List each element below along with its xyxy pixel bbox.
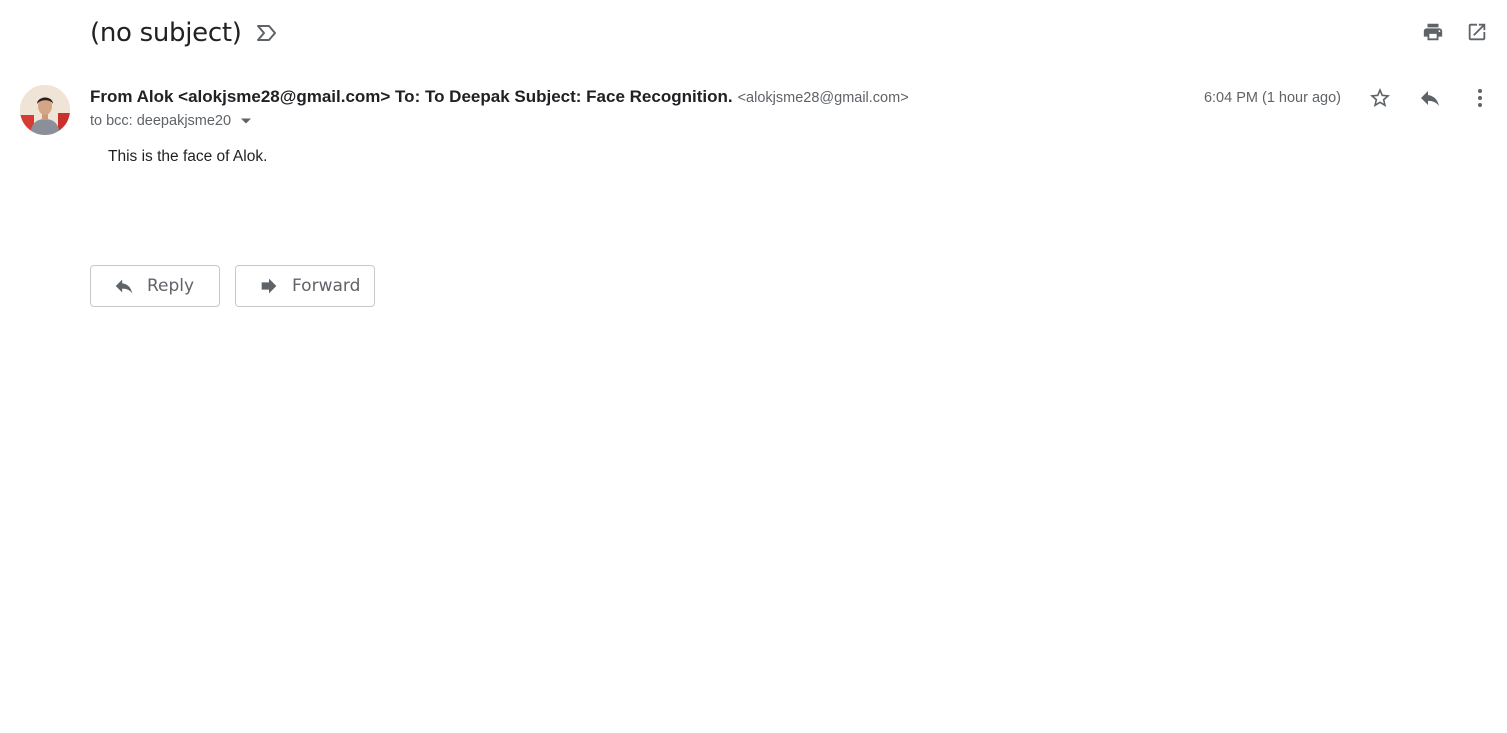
sender-row: From Alok <alokjsme28@gmail.com> To: To … bbox=[90, 87, 909, 107]
forward-button[interactable]: Forward bbox=[235, 265, 375, 307]
subject-row: (no subject) bbox=[90, 14, 278, 52]
more-vert-icon[interactable] bbox=[1467, 84, 1493, 112]
recipient-row: to bcc: deepakjsme20 bbox=[90, 113, 254, 129]
reply-button[interactable]: Reply bbox=[90, 265, 220, 307]
email-subject: (no subject) bbox=[90, 18, 242, 48]
forward-icon bbox=[258, 275, 280, 297]
reply-icon[interactable] bbox=[1417, 84, 1443, 112]
email-body: This is the face of Alok. bbox=[108, 148, 268, 165]
message-meta: 6:04 PM (1 hour ago) bbox=[1204, 84, 1493, 112]
star-icon[interactable] bbox=[1367, 84, 1393, 112]
recipient-text: to bcc: deepakjsme20 bbox=[90, 113, 232, 129]
timestamp: 6:04 PM (1 hour ago) bbox=[1203, 90, 1341, 106]
reply-button-label: Reply bbox=[147, 276, 195, 296]
label-icon[interactable] bbox=[256, 22, 278, 44]
sender-name[interactable]: From Alok <alokjsme28@gmail.com> To: To … bbox=[90, 87, 733, 107]
print-icon[interactable] bbox=[1421, 18, 1445, 46]
avatar[interactable] bbox=[20, 85, 70, 135]
reply-icon bbox=[113, 275, 135, 297]
open-in-new-window-icon[interactable] bbox=[1465, 18, 1489, 46]
email-view: (no subject) From Alok <alokjsme28@gmail… bbox=[0, 0, 1507, 733]
caret-down-icon[interactable] bbox=[238, 113, 254, 129]
action-buttons: Reply Forward bbox=[90, 265, 375, 307]
forward-button-label: Forward bbox=[292, 276, 361, 296]
top-actions bbox=[1421, 18, 1489, 46]
sender-email: <alokjsme28@gmail.com> bbox=[737, 90, 909, 106]
